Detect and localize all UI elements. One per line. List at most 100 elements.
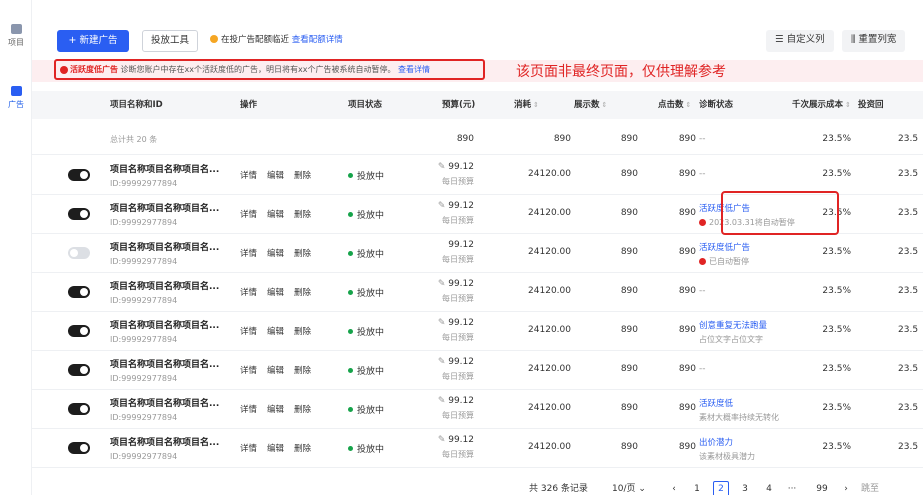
delete-link[interactable]: 删除 [294,405,311,415]
edit-link[interactable]: 编辑 [267,171,284,181]
ops-cell: 详情 编辑 删除 [240,403,321,415]
ops-cell: 详情 编辑 删除 [240,208,321,220]
reset-columns-button[interactable]: ⫼ 重置列宽 [842,30,906,52]
sidebar-item-project[interactable]: 项目 [0,24,32,48]
warning-icon [210,35,218,43]
detail-link[interactable]: 详情 [240,249,257,259]
custom-columns-label: 自定义列 [786,34,825,45]
detail-link[interactable]: 详情 [240,327,257,337]
prev-page-icon[interactable]: ‹ [667,481,681,495]
edit-link[interactable]: 编辑 [267,444,284,454]
item-name[interactable]: 项目名称项目名称项目名... [110,240,219,253]
edit-icon: ✎ [437,357,449,367]
edit-icon: ✎ [437,318,449,328]
status-toggle[interactable] [68,208,90,220]
delete-link[interactable]: 删除 [294,288,311,298]
name-cell: 项目名称项目名称项目名... ID:99992977894 [110,318,219,344]
budget-cell[interactable]: ✎ 99.12 每日预算 [427,201,474,226]
custom-columns-button[interactable]: ☰ 自定义列 [766,30,834,52]
impressions-cell: 890 [620,364,638,374]
cost-cell: 24120.00 [528,169,571,179]
diagnosis-cell: 出价潜力 该素材极具潜力 [699,436,755,462]
quota-detail-link[interactable]: 查看配额详情 [292,35,343,45]
col-clicks[interactable]: 点击数 ⇕ [658,91,691,119]
col-cpm[interactable]: 千次展示成本 ⇕ [792,91,851,119]
item-name[interactable]: 项目名称项目名称项目名... [110,279,219,292]
status-toggle[interactable] [68,325,90,337]
diagnosis-link[interactable]: 出价潜力 [699,436,755,448]
detail-link[interactable]: 详情 [240,210,257,220]
budget-cell[interactable]: ✎ 99.12 每日预算 [427,162,474,187]
diagnosis-cell: 活跃度低广告 已自动暂停 [699,241,750,267]
summary-label: 总计共 20 条 [110,135,158,144]
item-name[interactable]: 项目名称项目名称项目名... [110,396,219,409]
col-cost[interactable]: 消耗 ⇕ [514,91,539,119]
edit-link[interactable]: 编辑 [267,210,284,220]
edit-link[interactable]: 编辑 [267,249,284,259]
status-toggle[interactable] [68,403,90,415]
page-button[interactable]: 99 [812,481,832,495]
page-size-select[interactable]: 10/页 ⌄ [612,481,646,495]
name-cell: 项目名称项目名称项目名... ID:99992977894 [110,396,219,422]
budget-cell[interactable]: ✎ 99.12 每日预算 [427,396,474,421]
budget-cell[interactable]: ✎ 99.12 每日预算 [427,435,474,460]
budget-cell[interactable]: ✎ 99.12 每日预算 [427,279,474,304]
summary-row: 总计共 20 条 890 890 890 890 -- 23.5% 23.5 [32,121,923,155]
impressions-cell: 890 [620,169,638,179]
delete-link[interactable]: 删除 [294,249,311,259]
edit-link[interactable]: 编辑 [267,327,284,337]
detail-link[interactable]: 详情 [240,405,257,415]
detail-link[interactable]: 详情 [240,288,257,298]
item-name[interactable]: 项目名称项目名称项目名... [110,201,219,214]
budget-sub: 每日预算 [442,216,474,225]
clicks-cell: 890 [678,442,696,452]
status-cell: 投放中 [348,286,384,299]
edit-link[interactable]: 编辑 [267,288,284,298]
item-name[interactable]: 项目名称项目名称项目名... [110,162,219,175]
detail-link[interactable]: 详情 [240,366,257,376]
diagnosis-link[interactable]: 活跃度低 [699,397,779,409]
cpm-cell: 23.5% [822,286,851,296]
next-page-icon[interactable]: › [839,481,853,495]
ad-tools-button[interactable]: 投放工具 [142,30,198,52]
budget-cell[interactable]: ✎ 99.12 每日预算 [427,357,474,382]
delete-link[interactable]: 删除 [294,366,311,376]
page-button[interactable]: 3 [737,481,753,495]
page-ellipsis[interactable]: ··· [784,481,800,495]
status-text: 投放中 [357,172,385,182]
cost-cell: 24120.00 [528,364,571,374]
budget-cell[interactable]: ✎ 99.12 每日预算 [427,318,474,343]
new-ad-button[interactable]: + 新建广告 [57,30,129,52]
delete-link[interactable]: 删除 [294,171,311,181]
item-name[interactable]: 项目名称项目名称项目名... [110,435,219,448]
item-name[interactable]: 项目名称项目名称项目名... [110,357,219,370]
status-text: 投放中 [357,211,385,221]
delete-link[interactable]: 删除 [294,210,311,220]
delete-link[interactable]: 删除 [294,327,311,337]
page-button[interactable]: 4 [761,481,777,495]
sidebar-item-ad[interactable]: 广告 [0,86,32,110]
edit-link[interactable]: 编辑 [267,366,284,376]
detail-link[interactable]: 详情 [240,171,257,181]
budget-cell[interactable]: 99.12 每日预算 [427,240,474,265]
diagnosis-link[interactable]: 活跃度低广告 [699,241,750,253]
alert-detail-link[interactable]: 查看详情 [398,65,430,74]
status-toggle[interactable] [68,364,90,376]
status-toggle[interactable] [68,442,90,454]
status-toggle[interactable] [68,247,90,259]
status-text: 投放中 [357,367,385,377]
status-toggle[interactable] [68,169,90,181]
edit-link[interactable]: 编辑 [267,405,284,415]
sidebar: 项目 广告 [0,0,32,495]
goto-page[interactable]: 跳至 [858,481,882,495]
page-button[interactable]: 2 [713,481,729,495]
item-name[interactable]: 项目名称项目名称项目名... [110,318,219,331]
col-roi: 投资回 [858,100,884,110]
diagnosis-link[interactable]: 创意重复无法跑量 [699,319,767,331]
detail-link[interactable]: 详情 [240,444,257,454]
status-toggle[interactable] [68,286,90,298]
delete-link[interactable]: 删除 [294,444,311,454]
diagnosis-text: -- [699,169,706,179]
col-impressions[interactable]: 展示数 ⇕ [574,91,607,119]
page-button[interactable]: 1 [689,481,705,495]
